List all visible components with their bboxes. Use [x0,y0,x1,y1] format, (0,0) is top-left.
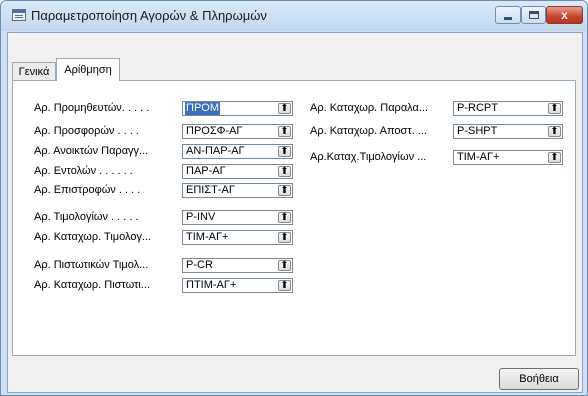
window-title: Παραμετροποίηση Αγορών & Πληρωμών [31,8,267,23]
minimize-icon [504,17,512,20]
lookup-arrow-icon[interactable] [278,125,291,138]
field-label: Αρ. Προσφορών . . . . [34,125,139,137]
field-value: ΠΡΟΣΦ-ΑΓ [186,125,243,137]
posted-credit-memo-nos-field[interactable]: ΠΤΙΜ-ΑΓ+ [182,278,293,293]
lookup-arrow-icon[interactable] [548,102,561,115]
field-value: P-INV [186,211,216,223]
field-value: ΕΠΙΣΤ-ΑΓ [186,184,235,196]
field-label: Αρ. Καταχωρ. Παραλα... [310,102,429,114]
field-label: Αρ.Καταχ.Τιμολογίων ... [310,151,427,163]
field-label: Αρ. Καταχωρ. Αποστ. ... [310,125,427,137]
posted-receipt-nos-field[interactable]: P-RCPT [453,101,563,116]
lookup-arrow-icon[interactable] [278,145,291,158]
maximize-button[interactable] [521,6,546,24]
lookup-arrow-icon[interactable] [278,102,291,115]
minimize-button[interactable] [495,6,521,24]
invoice-nos-field[interactable]: P-INV [182,210,293,225]
lookup-arrow-icon[interactable] [278,184,291,197]
field-value: P-CR [186,259,213,271]
lookup-arrow-icon[interactable] [548,151,561,164]
field-label: Αρ. Επιστροφών . . . . [34,184,141,196]
close-icon: x [561,8,568,22]
help-button[interactable]: Βοήθεια [499,368,579,390]
tab-numbering[interactable]: Αρίθμηση [56,58,120,81]
field-label: Αρ. Καταχωρ. Τιμολογ... [34,231,152,243]
lookup-arrow-icon[interactable] [548,125,561,138]
posted-invoice-nos-field[interactable]: ΤΙΜ-ΑΓ+ [182,230,293,245]
lookup-arrow-icon[interactable] [278,211,291,224]
vendor-nos-field[interactable]: ΠΡΟΜ [182,101,293,116]
field-value: ΑΝ-ΠΑΡ-ΑΓ [186,145,245,157]
maximize-icon [529,11,539,19]
field-value: P-RCPT [457,102,498,114]
field-value: ΤΙΜ-ΑΓ+ [186,231,229,243]
field-label: Αρ. Ανοικτών Παραγγ... [34,145,149,157]
posted-invoice-nos-right-field[interactable]: ΤΙΜ-ΑΓ+ [453,150,563,165]
credit-memo-nos-field[interactable]: P-CR [182,258,293,273]
blanket-order-nos-field[interactable]: ΑΝ-ΠΑΡ-ΑΓ [182,144,293,159]
lookup-arrow-icon[interactable] [278,279,291,292]
field-value: ΠΡΟΜ [185,102,220,115]
field-label: Αρ. Πιστωτικών Τιμολ... [34,259,149,271]
form-icon [12,9,26,21]
numbering-panel: Αρ. Προμηθευτών. . . . . ΠΡΟΜ Αρ. Προσφο… [12,80,576,356]
dialog-window: Παραμετροποίηση Αγορών & Πληρωμών x Γενι… [0,0,588,396]
close-button[interactable]: x [546,6,583,24]
field-label: Αρ. Προμηθευτών. . . . . [34,102,150,114]
field-label: Αρ. Εντολών . . . . . . [34,165,133,177]
lookup-arrow-icon[interactable] [278,231,291,244]
title-bar[interactable]: Παραμετροποίηση Αγορών & Πληρωμών x [1,1,587,31]
field-value: ΠΤΙΜ-ΑΓ+ [186,279,237,291]
tab-general[interactable]: Γενικά [12,62,56,80]
posted-shipment-nos-field[interactable]: P-SHPT [453,124,563,139]
field-value: ΠΑΡ-ΑΓ [186,165,226,177]
lookup-arrow-icon[interactable] [278,165,291,178]
field-label: Αρ. Καταχωρ. Πιστωτι... [34,279,151,291]
tab-strip: Γενικά Αρίθμηση [12,58,572,81]
quote-nos-field[interactable]: ΠΡΟΣΦ-ΑΓ [182,124,293,139]
lookup-arrow-icon[interactable] [278,259,291,272]
field-label: Αρ. Τιμολογίων . . . . . [34,211,139,223]
field-value: ΤΙΜ-ΑΓ+ [457,151,500,163]
return-order-nos-field[interactable]: ΕΠΙΣΤ-ΑΓ [182,183,293,198]
order-nos-field[interactable]: ΠΑΡ-ΑΓ [182,164,293,179]
dialog-body: Γενικά Αρίθμηση Αρ. Προμηθευτών. . . . .… [7,32,583,393]
field-value: P-SHPT [457,125,498,137]
